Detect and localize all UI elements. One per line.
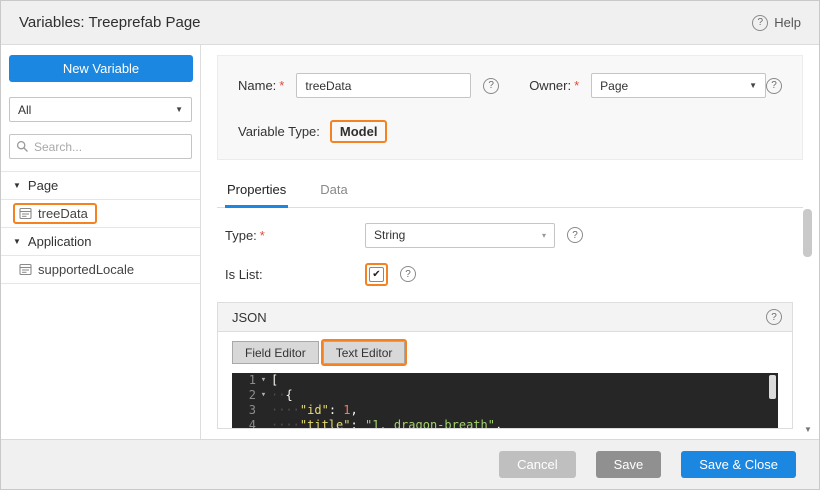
variable-filter-select[interactable]: All ▼ (9, 97, 192, 122)
name-help-icon[interactable]: ? (483, 78, 499, 94)
owner-help-icon[interactable]: ? (766, 78, 782, 94)
required-mark: * (574, 78, 579, 93)
tree-group-label: Page (28, 178, 58, 193)
tree-item-label: supportedLocale (38, 262, 134, 277)
fold-spacer (256, 418, 271, 429)
dialog-header: Variables: Treeprefab Page ? Help (1, 1, 819, 45)
scroll-down-arrow-icon[interactable]: ▼ (802, 423, 814, 435)
is-list-help-icon[interactable]: ? (400, 266, 416, 282)
save-button[interactable]: Save (596, 451, 662, 478)
dialog-body: New Variable All ▼ ▼ Page (1, 45, 819, 439)
variable-form: Name:* ? Owner:* Page ▼ ? Variable Type:… (217, 55, 803, 160)
fold-arrow-icon[interactable]: ▾ (256, 373, 271, 388)
main-scrollbar[interactable]: ▼ (802, 207, 814, 435)
code-editor-lines: 1▾[2▾··{3····"id": 1,4····"title": "1. d… (232, 373, 778, 429)
search-input[interactable] (34, 140, 182, 154)
owner-label: Owner:* (529, 78, 579, 93)
code-line[interactable]: 4 ····"title": "1. dragon-breath", (232, 418, 778, 429)
code-line[interactable]: 1▾[ (232, 373, 778, 388)
type-selected-value: String (374, 228, 405, 242)
editor-scrollbar-thumb[interactable] (769, 375, 776, 399)
code-text: ··{ (271, 388, 293, 403)
tab-properties[interactable]: Properties (225, 176, 288, 208)
is-list-row: Is List: ✔ ? (225, 261, 803, 287)
line-number: 4 (232, 418, 256, 429)
tab-data[interactable]: Data (318, 176, 349, 207)
variables-dialog: Variables: Treeprefab Page ? Help New Va… (0, 0, 820, 490)
variable-detail-panel: Name:* ? Owner:* Page ▼ ? Variable Type:… (201, 45, 819, 439)
field-editor-button[interactable]: Field Editor (232, 341, 319, 364)
scrollbar-thumb[interactable] (803, 209, 812, 257)
type-help-icon[interactable]: ? (567, 227, 583, 243)
code-text: [ (271, 373, 278, 388)
triangle-down-icon: ▼ (13, 237, 21, 246)
tree-item-supportedlocale[interactable]: supportedLocale (1, 256, 200, 284)
search-icon (16, 140, 29, 153)
properties-section: Type:* String ▾ ? Is List: ✔ ? (217, 222, 803, 287)
variable-type-row: Variable Type: Model (238, 120, 782, 143)
annotation-box-text-editor: Text Editor (321, 339, 408, 366)
owner-select[interactable]: Page ▼ (591, 73, 766, 98)
help-icon: ? (752, 15, 768, 31)
code-line[interactable]: 3 ····"id": 1, (232, 403, 778, 418)
new-variable-button[interactable]: New Variable (9, 55, 193, 82)
variable-type-value: Model (330, 120, 388, 143)
filter-selected-value: All (18, 103, 31, 117)
variable-icon (19, 263, 32, 276)
line-number: 1 (232, 373, 256, 388)
chevron-down-icon: ▾ (542, 231, 546, 240)
is-list-label: Is List: (225, 267, 365, 282)
tree-group-application[interactable]: ▼ Application (1, 228, 200, 256)
tree-group-page[interactable]: ▼ Page (1, 172, 200, 200)
fold-arrow-icon[interactable]: ▾ (256, 388, 271, 403)
json-help-icon[interactable]: ? (766, 309, 782, 325)
search-box[interactable] (9, 134, 192, 159)
type-label: Type:* (225, 228, 365, 243)
triangle-down-icon: ▼ (13, 181, 21, 190)
name-owner-row: Name:* ? Owner:* Page ▼ ? (238, 73, 782, 98)
cancel-button[interactable]: Cancel (499, 451, 575, 478)
json-panel-header: JSON ? (218, 303, 792, 332)
check-icon: ✔ (372, 269, 380, 280)
json-code-editor[interactable]: 1▾[2▾··{3····"id": 1,4····"title": "1. d… (232, 373, 778, 429)
chevron-down-icon: ▼ (175, 105, 183, 114)
code-text: ····"title": "1. dragon-breath", (271, 418, 502, 429)
text-editor-button[interactable]: Text Editor (323, 341, 406, 364)
line-number: 3 (232, 403, 256, 418)
save-close-button[interactable]: Save & Close (681, 451, 796, 478)
help-link[interactable]: ? Help (752, 15, 801, 31)
annotation-box-is-list: ✔ (365, 263, 388, 286)
help-label: Help (774, 15, 801, 30)
line-number: 2 (232, 388, 256, 403)
chevron-down-icon: ▼ (749, 81, 757, 90)
json-panel: JSON ? Field Editor Text Editor 1▾[2▾··{… (217, 302, 793, 429)
tree-item-treedata[interactable]: treeData (1, 200, 200, 228)
required-mark: * (260, 228, 265, 243)
variable-type-label: Variable Type: (238, 124, 320, 139)
owner-selected-value: Page (600, 79, 628, 93)
required-mark: * (279, 78, 284, 93)
is-list-checkbox[interactable]: ✔ (369, 267, 384, 282)
tree-item-inner: supportedLocale (13, 262, 134, 277)
variables-tree: ▼ Page treeData ▼ (1, 171, 200, 284)
variable-icon (19, 207, 32, 220)
code-text: ····"id": 1, (271, 403, 358, 418)
code-line[interactable]: 2▾··{ (232, 388, 778, 403)
name-label: Name:* (238, 78, 284, 93)
page-title: Variables: Treeprefab Page (19, 14, 201, 31)
variables-sidebar: New Variable All ▼ ▼ Page (1, 45, 201, 439)
json-panel-title: JSON (232, 310, 267, 325)
dialog-footer: Cancel Save Save & Close (1, 439, 819, 489)
name-input[interactable] (296, 73, 471, 98)
type-select[interactable]: String ▾ (365, 223, 555, 248)
fold-spacer (256, 403, 271, 418)
tree-group-label: Application (28, 234, 92, 249)
annotation-box-treedata: treeData (13, 203, 97, 224)
json-editor-toolbar: Field Editor Text Editor (218, 332, 792, 373)
type-row: Type:* String ▾ ? (225, 222, 803, 248)
detail-tabs: Properties Data (217, 176, 803, 208)
tree-item-label: treeData (38, 206, 88, 221)
